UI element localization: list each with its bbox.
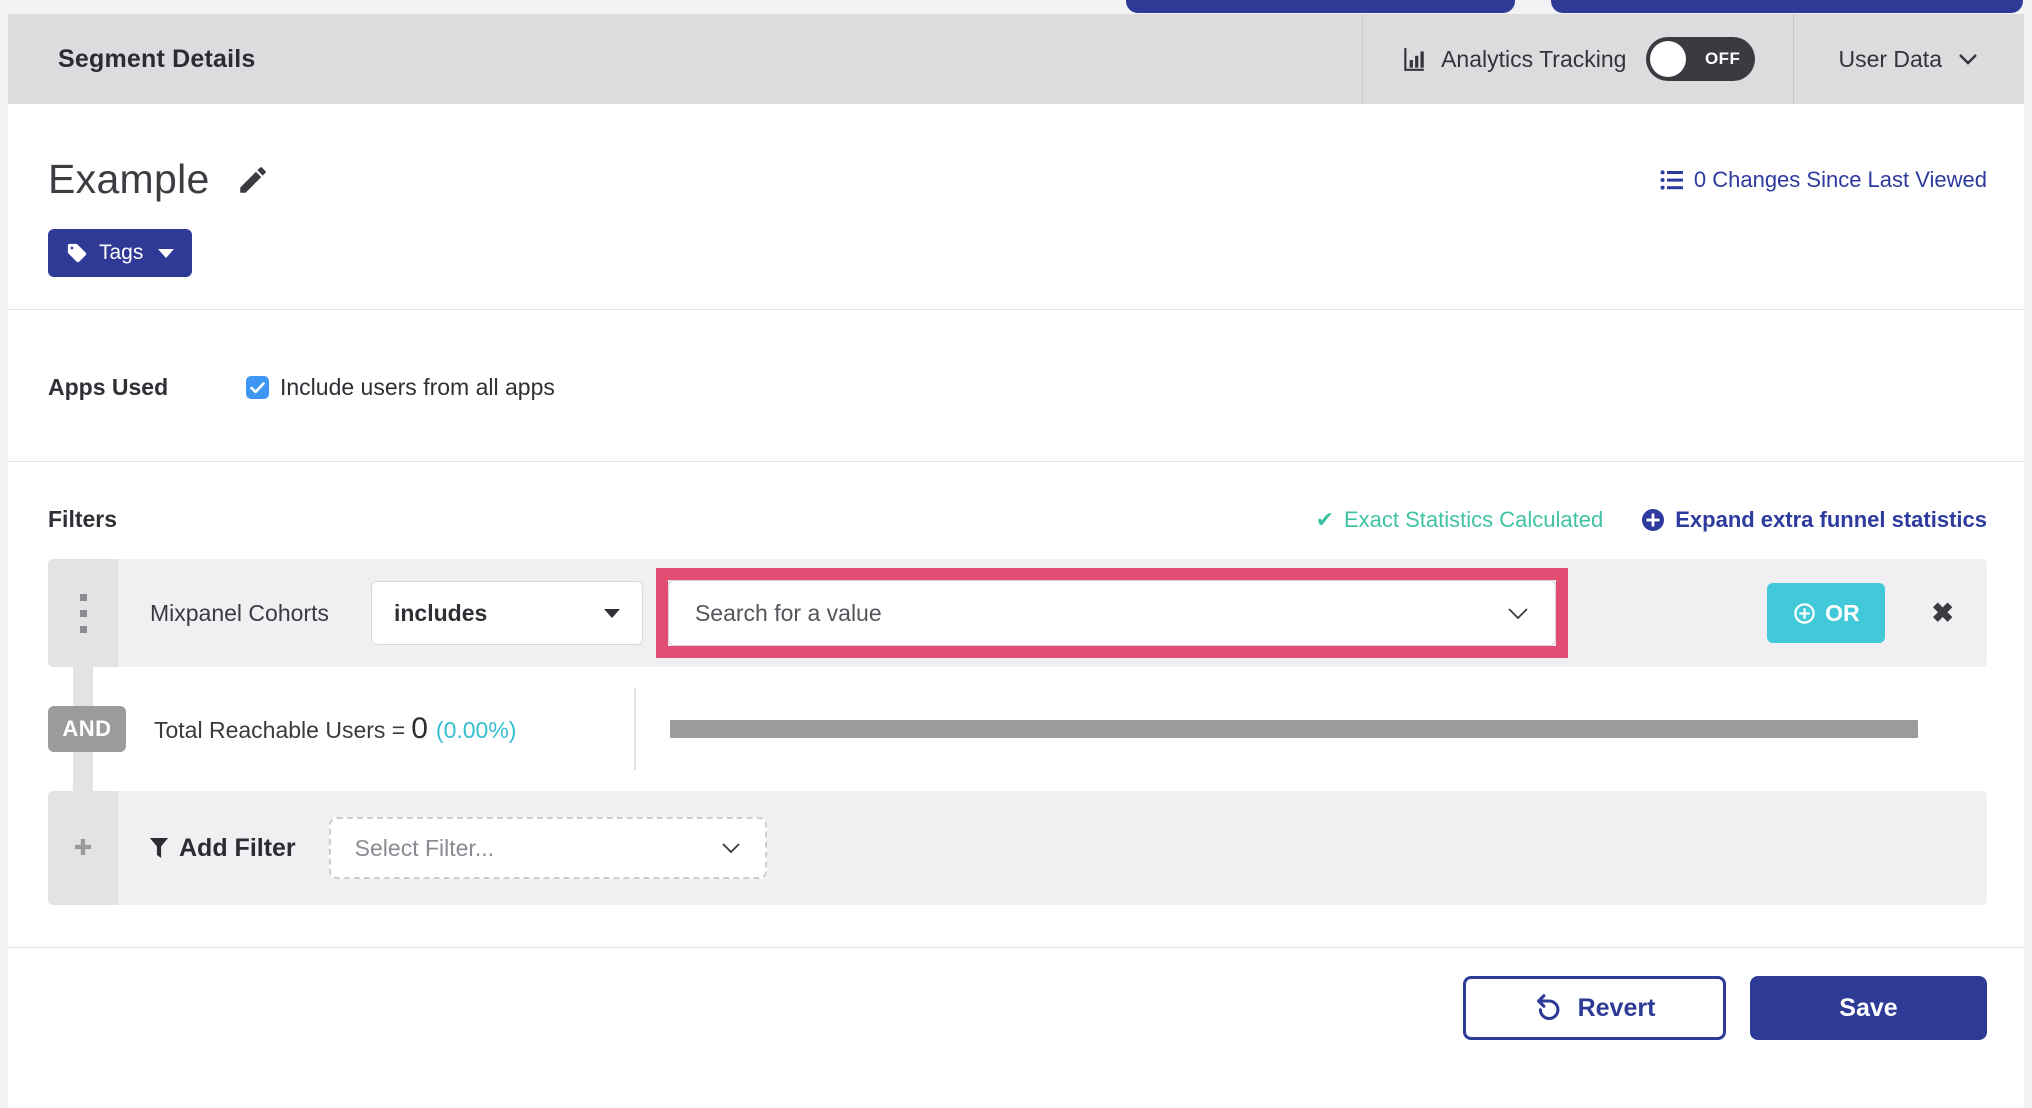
chevron-down-icon (1958, 53, 1978, 65)
tags-button-label: Tags (99, 241, 144, 264)
cutoff-top-button-2[interactable] (1551, 0, 2023, 13)
include-all-apps-label: Include users from all apps (280, 374, 555, 400)
save-button[interactable]: Save (1750, 976, 1987, 1040)
include-all-apps-checkbox[interactable] (246, 376, 269, 399)
user-data-dropdown[interactable]: User Data (1793, 14, 2024, 104)
analytics-tracking-toggle[interactable]: OFF (1646, 37, 1756, 81)
exact-statistics-label: Exact Statistics Calculated (1344, 506, 1604, 532)
check-icon: ✔ (1315, 506, 1334, 532)
drag-handle[interactable] (48, 559, 118, 667)
cutoff-top-button-1[interactable] (1126, 0, 1515, 13)
expand-funnel-label: Expand extra funnel statistics (1675, 506, 1987, 532)
add-filter-row: ✚ Add Filter Select Filter... (48, 791, 1987, 905)
select-filter-dropdown[interactable]: Select Filter... (328, 817, 767, 879)
tag-icon (66, 242, 88, 264)
add-or-condition-button[interactable]: OR (1767, 583, 1886, 643)
value-select-placeholder: Search for a value (694, 599, 882, 626)
chevron-down-icon (1508, 607, 1528, 619)
segment-details-page: Segment Details Analytics Tracking OFF U… (0, 0, 2032, 1108)
footer-actions: Revert Save (48, 948, 1987, 1080)
total-reachable-users: Total Reachable Users = 0 (0.00%) (154, 712, 516, 746)
chevron-down-icon (722, 843, 740, 854)
progress-wrap (636, 720, 1918, 738)
toggle-state-label: OFF (1704, 49, 1741, 68)
filters-title: Filters (48, 506, 118, 532)
segment-name: Example (48, 156, 210, 202)
bar-chart-icon (1401, 46, 1427, 72)
and-left-group: AND Total Reachable Users = 0 (0.00%) (48, 706, 634, 752)
analytics-tracking-label: Analytics Tracking (1441, 45, 1627, 72)
add-filter-handle[interactable]: ✚ (48, 791, 118, 905)
and-summary-row: AND Total Reachable Users = 0 (0.00%) (48, 667, 1987, 791)
changes-since-last-viewed-link[interactable]: 0 Changes Since Last Viewed (1660, 167, 1987, 193)
page-title: Segment Details (58, 44, 256, 73)
title-row: Example 0 Changes Since Last Viewed (48, 156, 1987, 203)
drag-dot-icon (79, 625, 87, 633)
plus-icon: ✚ (73, 835, 93, 860)
expand-funnel-statistics-link[interactable]: Expand extra funnel statistics (1641, 507, 1987, 533)
undo-icon (1534, 994, 1562, 1022)
exact-statistics-status: ✔ Exact Statistics Calculated (1316, 507, 1604, 533)
plus-circle-icon (1793, 602, 1816, 625)
funnel-icon (149, 837, 169, 859)
pencil-icon[interactable] (236, 163, 270, 197)
caret-down-icon (603, 608, 620, 618)
value-search-select[interactable]: Search for a value (667, 580, 1556, 646)
plus-circle-icon (1641, 508, 1665, 532)
user-data-label: User Data (1838, 45, 1942, 72)
operator-select[interactable]: includes (370, 581, 643, 645)
checkmark-icon (250, 381, 265, 393)
filter-row: Mixpanel Cohorts includes Search for a v… (48, 559, 1987, 667)
changelog-list-icon (1660, 169, 1684, 191)
changes-link-label: 0 Changes Since Last Viewed (1693, 166, 1987, 192)
header-bar: Segment Details Analytics Tracking OFF U… (8, 14, 2024, 104)
filters-header: Filters ✔ Exact Statistics Calculated Ex… (48, 506, 1987, 533)
section-divider (8, 461, 2024, 462)
segment-details-card: Segment Details Analytics Tracking OFF U… (8, 14, 2024, 1108)
add-filter-label: Add Filter (179, 833, 296, 862)
save-button-label: Save (1839, 993, 1898, 1022)
reachable-progress-bar (670, 720, 1918, 738)
revert-button[interactable]: Revert (1463, 976, 1726, 1040)
and-badge: AND (48, 706, 126, 752)
drag-dot-icon (79, 593, 87, 601)
select-filter-placeholder: Select Filter... (354, 834, 494, 861)
filter-name-label: Mixpanel Cohorts (150, 599, 329, 626)
reachable-count: 0 (411, 712, 428, 745)
reachable-percent: (0.00%) (435, 717, 517, 743)
toggle-knob (1650, 41, 1687, 77)
add-filter-label-group: Add Filter (149, 834, 296, 863)
apps-used-row: Apps Used Include users from all apps (48, 310, 1987, 461)
tags-row: Tags (48, 229, 1987, 277)
analytics-tracking-section: Analytics Tracking OFF (1362, 14, 1793, 104)
or-button-label: OR (1825, 599, 1860, 626)
remove-filter-icon[interactable]: ✖ (1931, 599, 1954, 627)
revert-button-label: Revert (1577, 993, 1656, 1022)
operator-value: includes (393, 599, 488, 626)
drag-dot-icon (79, 609, 87, 617)
tags-button[interactable]: Tags (48, 229, 193, 277)
annotation-highlight-box: Search for a value (655, 568, 1568, 658)
caret-down-icon (158, 248, 175, 258)
apps-used-label: Apps Used (48, 374, 169, 400)
reachable-text: Total Reachable Users = (154, 717, 406, 743)
content-area: Example 0 Changes Since Last Viewed Tags… (8, 156, 2024, 1080)
